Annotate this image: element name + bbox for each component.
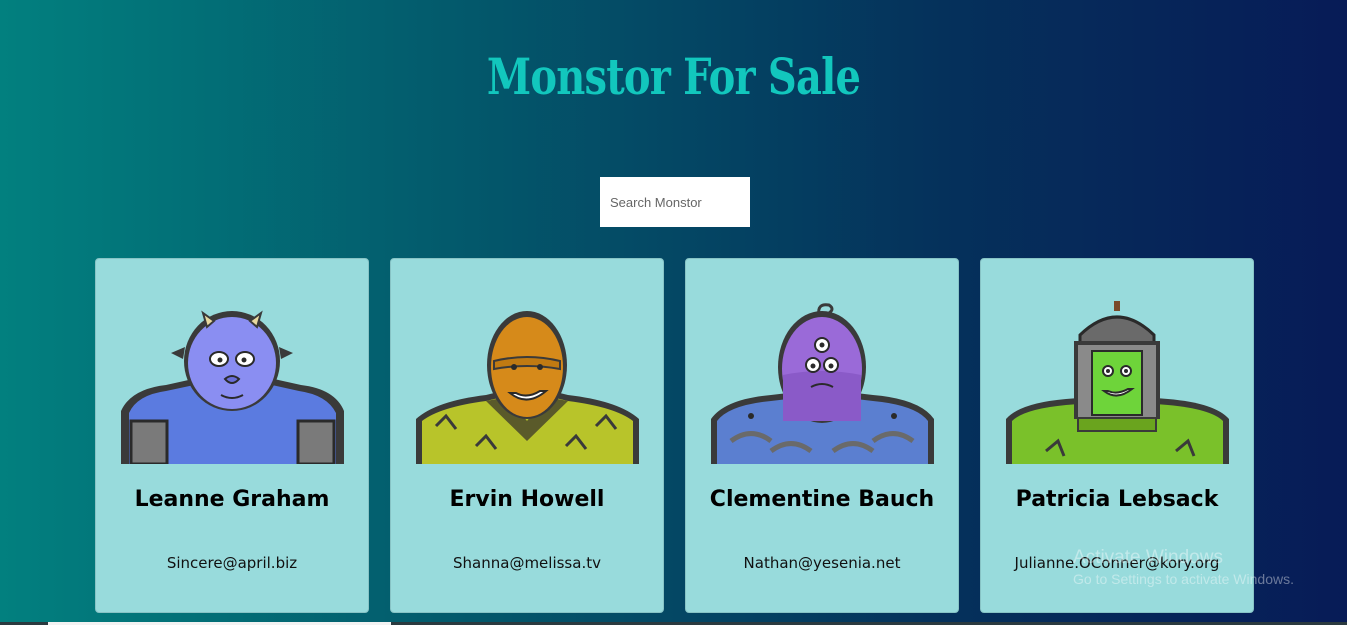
- activate-windows-watermark: Activate Windows Go to Settings to activ…: [1073, 547, 1294, 587]
- monster-card-1[interactable]: Leanne Graham Sincere@april.biz: [95, 258, 369, 613]
- watermark-subtitle: Go to Settings to activate Windows.: [1073, 571, 1294, 587]
- page-title: Monstor For Sale: [486, 47, 861, 106]
- monster-email: Sincere@april.biz: [166, 554, 298, 572]
- monster-name: Clementine Bauch: [709, 487, 935, 512]
- monster-name: Patricia Lebsack: [1015, 487, 1219, 512]
- monster-name: Leanne Graham: [134, 487, 330, 512]
- monster-email: Shanna@melissa.tv: [453, 554, 601, 572]
- search-input[interactable]: [600, 177, 750, 227]
- monster-avatar-green: [1006, 301, 1229, 464]
- monster-name: Ervin Howell: [449, 487, 605, 512]
- monster-avatar-purple: [711, 303, 934, 464]
- monster-card-3[interactable]: Clementine Bauch Nathan@yesenia.net: [685, 258, 959, 613]
- monster-card-2[interactable]: Ervin Howell Shanna@melissa.tv: [390, 258, 664, 613]
- monster-email: Nathan@yesenia.net: [743, 554, 901, 572]
- watermark-title: Activate Windows: [1073, 547, 1223, 568]
- monster-avatar-orange: [416, 311, 639, 464]
- monster-avatar-blue: [121, 310, 344, 464]
